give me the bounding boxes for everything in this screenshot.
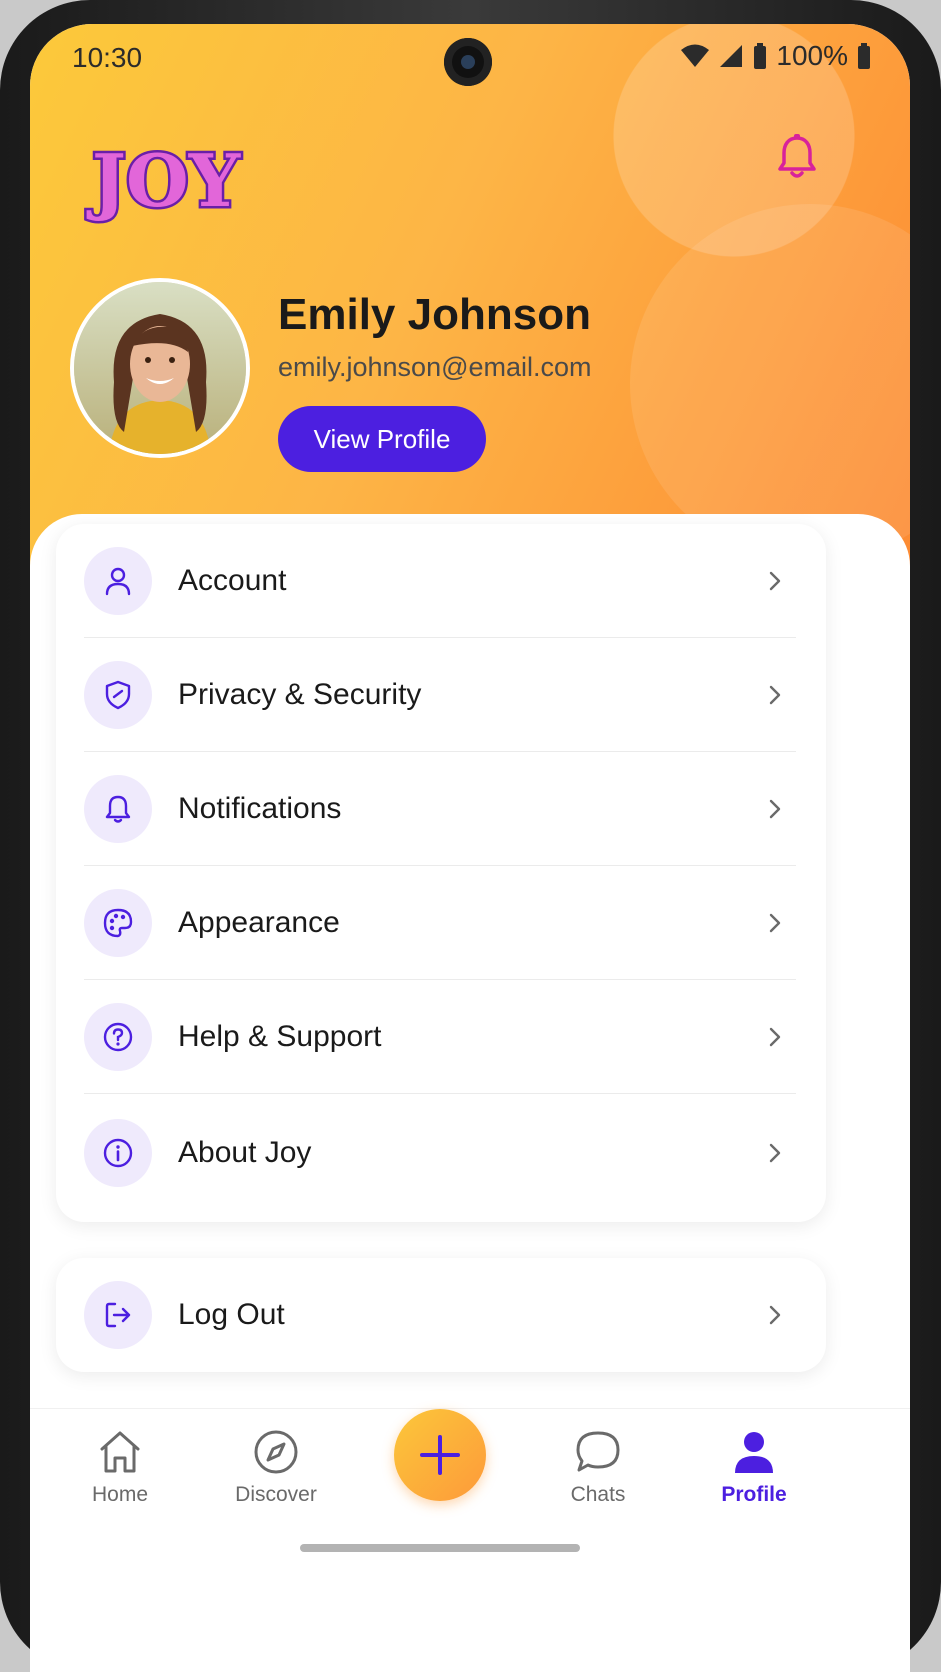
status-bar: 10:30 100% <box>30 24 910 94</box>
nav-item-profile[interactable]: Profile <box>694 1429 814 1519</box>
chevron-right-icon <box>769 685 781 705</box>
shield-icon <box>105 680 131 710</box>
notification-bell-icon[interactable] <box>772 132 822 182</box>
menu-item-help-support[interactable]: Help & Support <box>56 980 826 1094</box>
profile-header: 10:30 100% JOY Emily Johnson emily.johns… <box>30 24 910 584</box>
person-icon <box>735 1432 773 1473</box>
menu-item-privacy-security[interactable]: Privacy & Security <box>56 638 826 752</box>
home-icon <box>100 1431 140 1473</box>
chevron-right-icon <box>769 1027 781 1047</box>
nav-label: Home <box>91 1483 149 1506</box>
cellular-signal-icon <box>720 45 743 67</box>
menu-item-account[interactable]: Account <box>56 524 826 638</box>
settings-menu: Account Privacy & Security Notifications… <box>56 524 826 1222</box>
bottom-navigation: Home Discover Chats Profile <box>30 1408 910 1648</box>
user-icon <box>105 567 131 596</box>
wifi-icon <box>681 44 710 67</box>
user-email: emily.johnson@email.com <box>278 352 592 382</box>
chevron-right-icon <box>769 1143 781 1163</box>
chevron-right-icon <box>769 1305 781 1325</box>
menu-item-log-out[interactable]: Log Out <box>56 1258 826 1372</box>
user-photo <box>74 282 246 454</box>
icon-circle <box>84 1119 152 1187</box>
avatar[interactable] <box>70 278 250 458</box>
palette-icon <box>103 908 133 938</box>
nav-item-discover[interactable]: Discover <box>216 1429 336 1519</box>
battery-small-icon <box>754 43 767 69</box>
chevron-right-icon <box>769 799 781 819</box>
nav-label: Discover <box>235 1483 317 1506</box>
header-decoration <box>630 204 910 564</box>
nav-label: Profile <box>721 1483 787 1506</box>
menu-item-label: Account <box>178 564 287 597</box>
status-icons: 100% <box>680 40 872 72</box>
menu-item-label: About Joy <box>178 1136 312 1169</box>
menu-item-label: Privacy & Security <box>178 678 422 711</box>
user-name: Emily Johnson <box>278 290 591 339</box>
chat-bubble-icon <box>576 1431 620 1472</box>
divider <box>84 1093 796 1094</box>
bell-icon <box>105 795 131 823</box>
icon-circle <box>84 1281 152 1349</box>
battery-percentage: 100% <box>776 40 848 71</box>
logout-card: Log Out <box>56 1258 826 1372</box>
menu-item-label: Log Out <box>178 1298 285 1331</box>
info-icon <box>103 1138 133 1168</box>
icon-circle <box>84 775 152 843</box>
chevron-right-icon <box>769 913 781 933</box>
nav-label: Chats <box>570 1483 626 1506</box>
nav-item-chats[interactable]: Chats <box>538 1429 658 1519</box>
phone-frame: 10:30 100% JOY Emily Johnson emily.johns… <box>0 0 941 1672</box>
menu-item-notifications[interactable]: Notifications <box>56 752 826 866</box>
status-time: 10:30 <box>72 42 143 73</box>
svg-text:JOY: JOY <box>86 138 242 223</box>
icon-circle <box>84 661 152 729</box>
chevron-right-icon <box>769 571 781 591</box>
battery-icon <box>858 43 870 69</box>
compass-icon <box>254 1430 298 1474</box>
menu-item-about-joy[interactable]: About Joy <box>56 1096 826 1210</box>
view-profile-button[interactable]: View Profile <box>278 406 486 472</box>
create-button[interactable] <box>394 1409 486 1501</box>
logout-icon <box>105 1302 131 1328</box>
help-circle-icon <box>103 1022 133 1052</box>
icon-circle <box>84 547 152 615</box>
nav-item-home[interactable]: Home <box>60 1429 180 1519</box>
menu-item-label: Appearance <box>178 906 340 939</box>
home-indicator[interactable] <box>300 1544 580 1552</box>
menu-item-label: Help & Support <box>178 1020 382 1053</box>
front-camera <box>444 38 492 86</box>
plus-icon <box>420 1435 460 1475</box>
menu-item-appearance[interactable]: Appearance <box>56 866 826 980</box>
icon-circle <box>84 1003 152 1071</box>
icon-circle <box>84 889 152 957</box>
joy-logo: JOY <box>83 136 244 226</box>
screen: 10:30 100% JOY Emily Johnson emily.johns… <box>30 24 910 1672</box>
menu-item-label: Notifications <box>178 792 342 825</box>
